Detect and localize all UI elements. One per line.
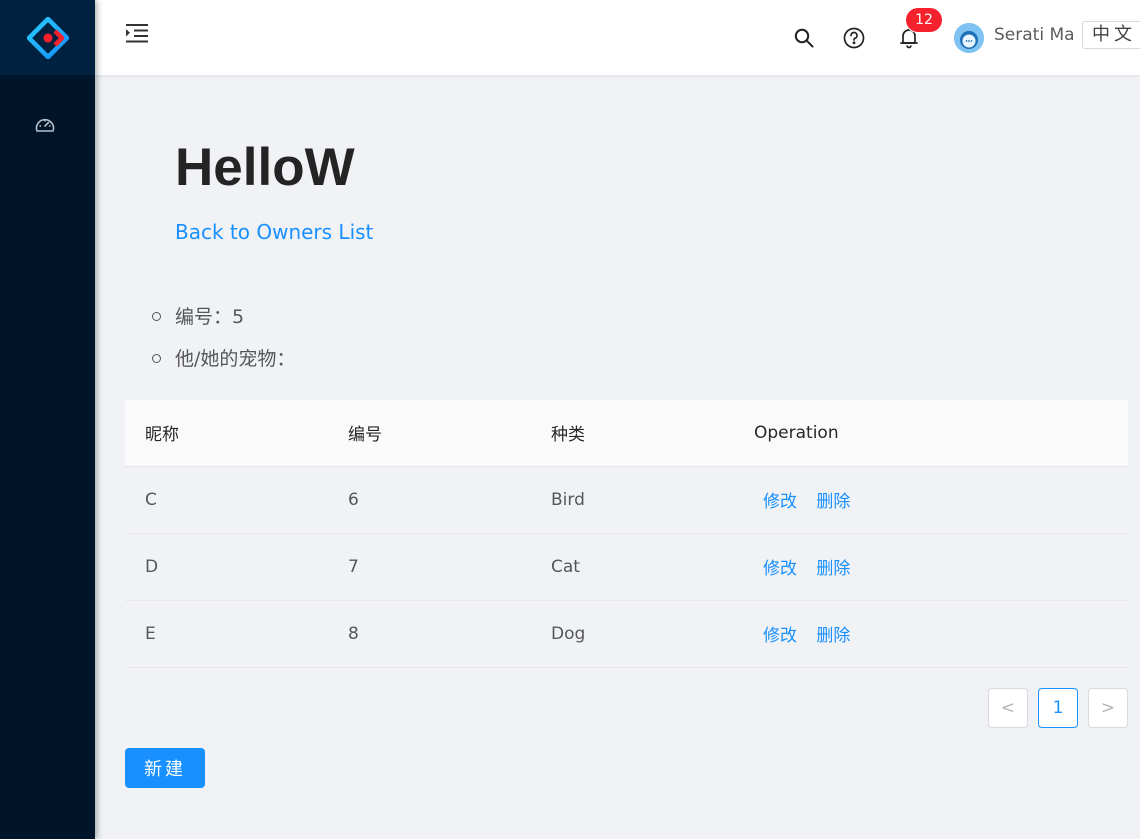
cell-nickname: E [125, 600, 328, 668]
cell-id: 6 [328, 466, 531, 534]
edit-link[interactable]: 修改 [763, 559, 797, 579]
logo[interactable] [0, 0, 95, 75]
delete-link[interactable]: 删除 [816, 492, 850, 512]
pagination-prev-button[interactable]: < [988, 688, 1028, 728]
column-header-nickname: 昵称 [125, 400, 328, 467]
cell-operation: 修改 删除 [734, 600, 1128, 668]
back-to-owners-link[interactable]: Back to Owners List [175, 220, 373, 244]
search-button[interactable] [791, 25, 817, 51]
collapse-menu-button[interactable] [123, 20, 151, 46]
delete-link[interactable]: 删除 [816, 559, 850, 579]
cell-operation: 修改 删除 [734, 466, 1128, 534]
edit-link[interactable]: 修改 [763, 626, 797, 646]
cell-nickname: C [125, 466, 328, 534]
cell-operation: 修改 删除 [734, 533, 1128, 601]
pagination-next-button[interactable]: > [1088, 688, 1128, 728]
table-row: D 7 Cat 修改 删除 [125, 533, 1128, 601]
avatar-icon [954, 23, 984, 53]
table-header-row: 昵称 编号 种类 Operation [125, 400, 1128, 467]
avatar[interactable] [954, 23, 984, 53]
page-title: HelloW [175, 138, 355, 197]
notification-count-badge: 12 [906, 8, 942, 32]
cell-id: 8 [328, 600, 531, 668]
user-name[interactable]: Serati Ma [994, 25, 1075, 45]
sidebar [0, 0, 95, 839]
main-content: HelloW Back to Owners List 编号：5 他/她的宠物： … [95, 75, 1140, 839]
search-icon [794, 28, 814, 48]
dashboard-icon [35, 118, 55, 132]
menu-fold-icon [126, 24, 148, 43]
cell-type: Dog [531, 600, 734, 668]
cell-nickname: D [125, 533, 328, 601]
react-logo-icon [26, 16, 69, 59]
cell-type: Cat [531, 533, 734, 601]
cell-type: Bird [531, 466, 734, 534]
owner-info-list: 编号：5 他/她的宠物： [150, 304, 295, 388]
header: 12 Serati Ma 中文 [95, 0, 1140, 75]
owner-id-item: 编号：5 [150, 304, 295, 346]
table-row: E 8 Dog 修改 删除 [125, 600, 1128, 668]
column-header-operation: Operation [734, 400, 1128, 467]
pets-table: 昵称 编号 种类 Operation C 6 Bird 修改 删除 D 7 Ca… [125, 400, 1128, 668]
language-switch-button[interactable]: 中文 [1082, 21, 1140, 49]
question-circle-icon [843, 27, 865, 49]
pagination-page-1[interactable]: 1 [1038, 688, 1078, 728]
sidebar-item-dashboard[interactable] [33, 114, 57, 138]
column-header-type: 种类 [531, 400, 734, 467]
new-pet-button[interactable]: 新建 [125, 748, 205, 788]
owner-pets-item: 他/她的宠物： [150, 346, 295, 388]
help-button[interactable] [841, 25, 867, 51]
column-header-id: 编号 [328, 400, 531, 467]
table-row: C 6 Bird 修改 删除 [125, 466, 1128, 534]
delete-link[interactable]: 删除 [816, 626, 850, 646]
edit-link[interactable]: 修改 [763, 492, 797, 512]
cell-id: 7 [328, 533, 531, 601]
